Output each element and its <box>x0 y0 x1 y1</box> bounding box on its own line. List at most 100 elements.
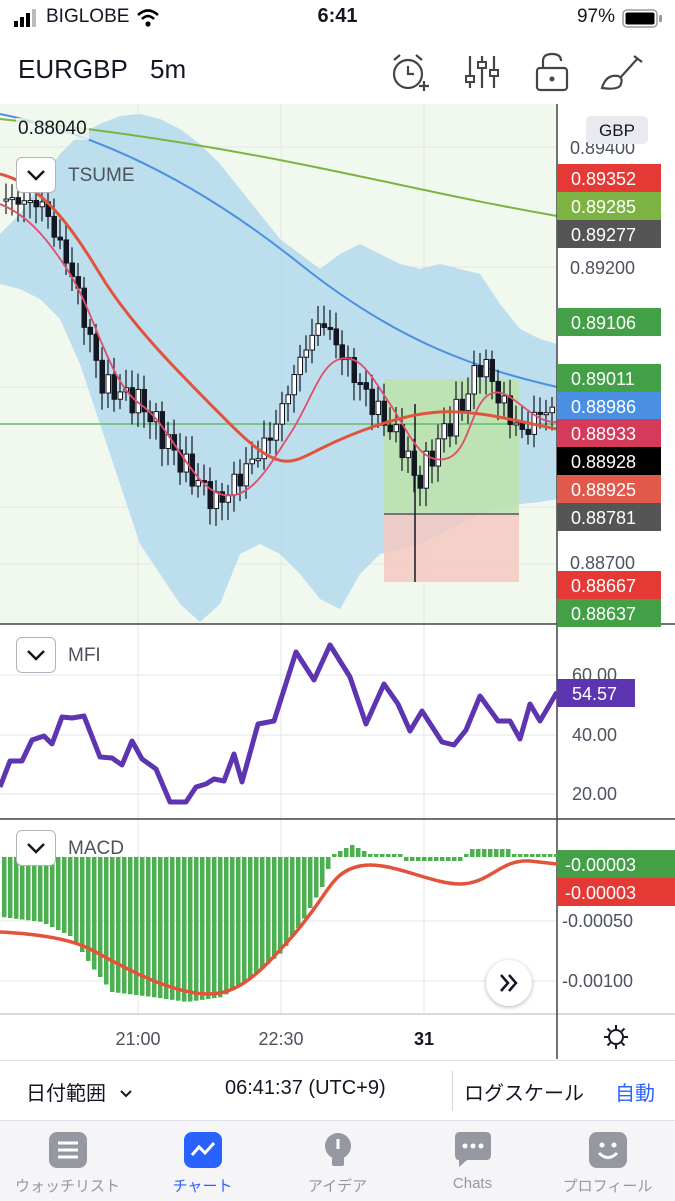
macd-bar <box>338 851 343 857</box>
macd-bar <box>386 854 391 857</box>
macd-toggle-button[interactable] <box>16 830 56 866</box>
macd-label: MACD <box>68 838 124 859</box>
candle-body <box>33 199 39 208</box>
chart-header: EURGBP 5m <box>0 40 675 102</box>
macd-bar <box>374 854 379 857</box>
macd-bar <box>482 849 487 857</box>
tsume-toggle-button[interactable] <box>16 157 56 193</box>
lock-icon[interactable] <box>528 48 576 96</box>
date-range-label: 日付範囲 <box>26 1083 106 1105</box>
macd-bar <box>188 857 193 1002</box>
tab-chats[interactable]: Chats <box>405 1121 540 1201</box>
macd-bar <box>500 849 505 857</box>
alarm-add-icon[interactable] <box>386 48 434 96</box>
macd-bar <box>218 857 223 998</box>
candle-body <box>315 323 321 336</box>
candle-body <box>459 398 465 412</box>
macd-bar <box>524 854 529 857</box>
macd-bar <box>362 851 367 857</box>
chart-settings-icon[interactable] <box>604 1025 628 1049</box>
battery-icon <box>622 9 662 28</box>
macd-bar <box>470 849 475 857</box>
candle-body <box>9 197 15 201</box>
macd-bar <box>248 857 253 979</box>
candle-body <box>291 374 297 396</box>
tab-chart[interactable]: チャート <box>135 1121 270 1201</box>
macd-bar <box>212 857 217 999</box>
macd-bar <box>278 857 283 954</box>
macd-bar <box>344 848 349 857</box>
indicators-icon[interactable] <box>458 48 506 96</box>
candle-body <box>405 450 411 459</box>
chevron-down-icon <box>119 1090 132 1098</box>
price-tag-label: 0.88933 <box>571 424 636 444</box>
macd-bar <box>494 849 499 857</box>
candle-body <box>99 359 105 394</box>
macd-bar <box>14 857 19 919</box>
mfi-toggle-button[interactable] <box>16 637 56 673</box>
macd-bar <box>404 857 409 861</box>
macd-bar <box>380 854 385 857</box>
macd-bar <box>86 857 91 961</box>
candle-body <box>297 356 303 376</box>
tab-ideas[interactable]: アイデア <box>270 1121 405 1201</box>
tab-profile[interactable]: プロフィール <box>540 1121 675 1201</box>
candle-body <box>369 388 375 416</box>
macd-bar <box>332 854 337 857</box>
macd-bar <box>104 857 109 985</box>
macd-bar <box>200 857 205 1000</box>
candle-body <box>273 423 279 441</box>
candle-body <box>483 358 489 378</box>
status-time: 6:41 <box>317 5 358 27</box>
candle-body <box>267 437 273 441</box>
drawing-tools-icon[interactable] <box>598 48 646 96</box>
macd-bar <box>536 854 541 857</box>
time-axis[interactable]: 21:00 22:30 31 <box>115 1029 434 1049</box>
candle-body <box>339 344 345 361</box>
price-tag-label: 0.89352 <box>571 169 636 189</box>
candle-body <box>21 200 27 205</box>
candle-body <box>543 412 549 416</box>
symbol-name[interactable]: EURGBP <box>18 54 128 85</box>
candle-body <box>195 480 201 487</box>
mfi-tick: 20.00 <box>572 784 617 804</box>
price-tag-label: 0.88986 <box>571 397 636 417</box>
chart-area[interactable]: 0.89400 0.89200 0.88700 GBP 0.89352 0.892… <box>0 104 675 1059</box>
mfi-line <box>0 642 560 805</box>
mfi-label: MFI <box>68 645 101 666</box>
candle-body <box>477 365 483 378</box>
interval-selector[interactable]: 5m <box>150 54 186 85</box>
date-range-button[interactable]: 日付範囲 <box>26 1077 134 1106</box>
scroll-to-realtime-button[interactable] <box>486 960 532 1006</box>
candle-body <box>471 365 477 395</box>
candle-body <box>417 474 423 489</box>
candle-body <box>333 328 339 346</box>
auto-scale-toggle[interactable]: 自動 <box>615 1077 655 1106</box>
macd-bar <box>464 854 469 857</box>
candle-body <box>285 394 291 405</box>
idea-bulb-icon <box>325 1133 351 1166</box>
candle-body <box>231 473 237 496</box>
candle-body <box>87 326 93 335</box>
tab-watchlist[interactable]: ウォッチリスト <box>0 1121 135 1201</box>
chart-canvas[interactable]: 0.89400 0.89200 0.88700 GBP 0.893520.892… <box>0 104 675 1059</box>
candle-body <box>213 491 219 510</box>
log-scale-toggle[interactable]: ログスケール <box>464 1077 584 1106</box>
macd-bar <box>176 857 181 1001</box>
macd-bar <box>116 857 121 993</box>
candle-body <box>15 197 21 205</box>
candle-body <box>327 326 333 330</box>
macd-bar <box>242 857 247 983</box>
macd-bar <box>398 854 403 857</box>
macd-bar <box>44 857 49 924</box>
price-tag-label: 0.88928 <box>571 452 636 472</box>
status-bar: BIGLOBE 6:41 97% <box>0 0 675 36</box>
time-tick: 31 <box>414 1029 434 1049</box>
macd-bar <box>410 857 415 861</box>
candle-body <box>63 239 69 264</box>
timezone-clock[interactable]: 06:41:37 (UTC+9) <box>225 1077 386 1100</box>
macd-bar <box>206 857 211 999</box>
macd-bar <box>506 849 511 857</box>
candle-body <box>441 423 447 440</box>
macd-bar <box>152 857 157 998</box>
